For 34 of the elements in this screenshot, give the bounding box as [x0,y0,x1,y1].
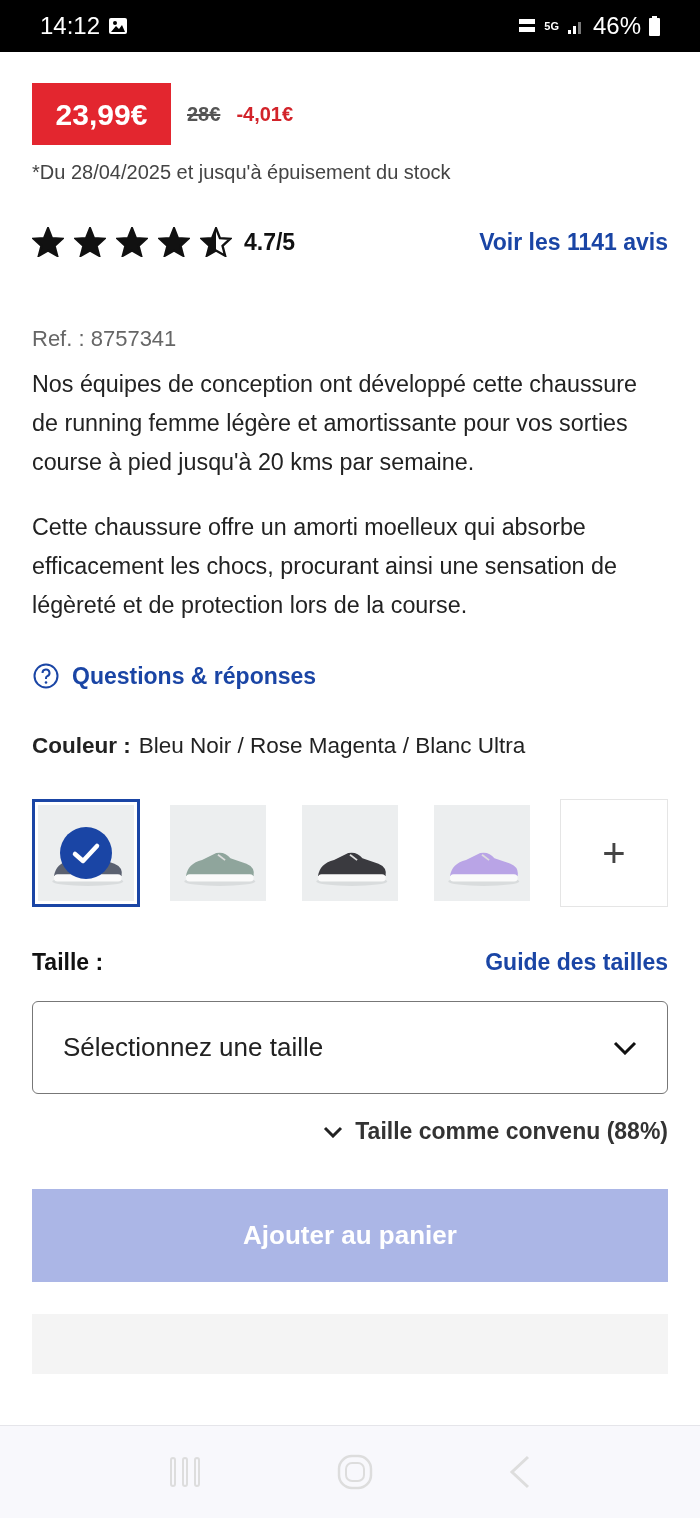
star-icon [200,227,232,258]
reviews-link[interactable]: Voir les 1141 avis [479,225,668,260]
old-price: 28€ [187,102,221,127]
star-icon [116,227,148,258]
image-icon [108,16,129,36]
color-value: Bleu Noir / Rose Magenta / Blanc Ultra [138,732,526,760]
recent-apps-icon[interactable] [167,1455,202,1489]
description-paragraph: Cette chaussure offre un amorti moelleux qui absorbe efficacement les chocs, procurant ainsi une sensation de légèreté et de protection lors de la course. [32,512,618,620]
offer-note: *Du 28/04/2025 et jusqu'à épuisement du stock [32,160,452,185]
help-icon [32,661,60,690]
size-guide-link[interactable]: Guide des tailles [485,944,668,980]
discount-amount: -4,01€ [236,102,294,127]
chevron-down-icon [323,1125,344,1138]
status-time: 14:12 [40,11,101,41]
home-icon[interactable] [337,1454,373,1490]
fit-toggle[interactable]: Taille comme convenu (88%) [355,1114,668,1149]
price-tag: 23,99€ [32,83,171,145]
rating-score: 4.7/5 [244,228,296,257]
color-swatch[interactable] [32,798,140,907]
size-select[interactable]: Sélectionnez une taille [32,1001,668,1095]
description-paragraph: Nos équipes de conception ont développé cette chaussure de running femme légère et amortissante pour vos sorties course à pied jusqu'à 20 kms par semaine. [32,369,638,477]
battery-level: 46% [592,11,641,41]
network-label: 5G [544,20,559,32]
star-icon [158,227,190,258]
more-colors-button[interactable]: + [560,798,668,907]
product-reference: Ref. : 8757341 [32,324,178,353]
size-label: Taille : [32,947,104,977]
star-icon [74,227,106,258]
color-label: Couleur : [32,732,131,760]
checkmark-icon [60,826,112,879]
questions-link[interactable]: Questions & réponses [32,658,317,693]
battery-icon [649,16,660,36]
star-icon [32,227,64,258]
chevron-down-icon [613,1040,637,1055]
